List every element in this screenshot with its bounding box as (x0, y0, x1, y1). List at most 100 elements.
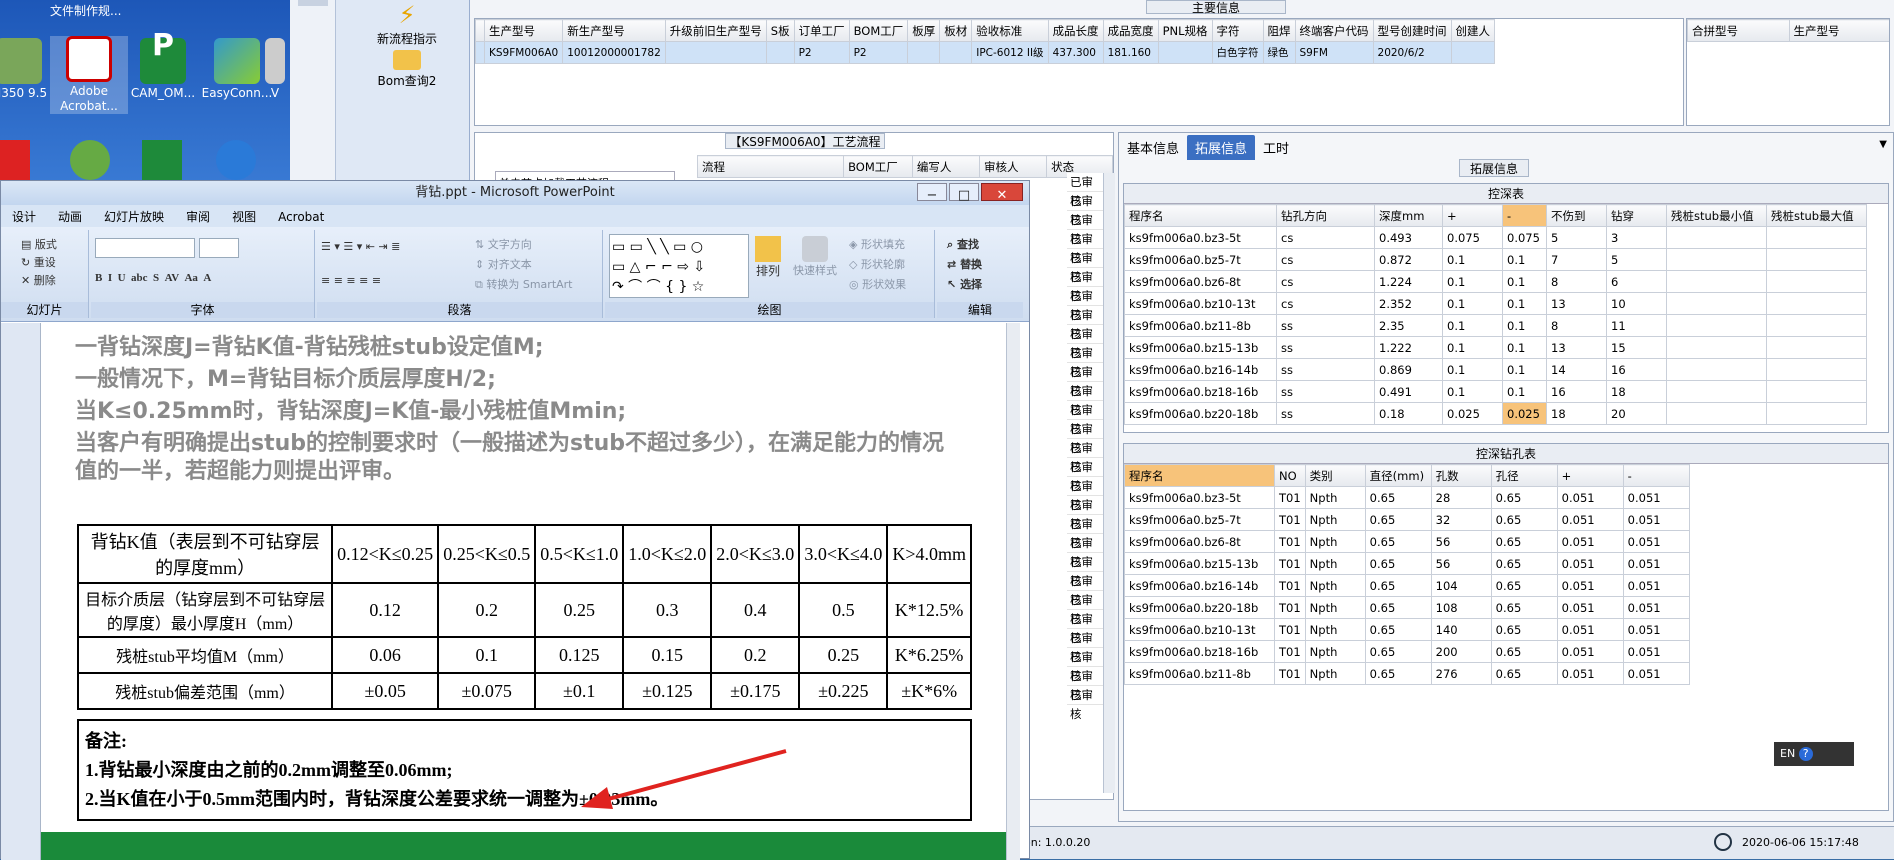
table-cell[interactable]: 0.869 (1374, 358, 1443, 381)
table-cell[interactable]: 2.35 (1374, 314, 1443, 337)
ime-indicator[interactable]: EN ? (1774, 742, 1854, 766)
smartart-button[interactable]: ⧉ 转换为 SmartArt (475, 276, 573, 292)
bullets-button[interactable]: ☰ ▾ ☰ ▾ ⇤ ⇥ ≣ (321, 240, 400, 253)
align-text-button[interactable]: ⇕ 对齐文本 (475, 256, 532, 272)
column-header[interactable]: NO (1274, 464, 1306, 487)
table-cell[interactable]: cs (1276, 248, 1375, 271)
table-cell[interactable]: 0.65 (1364, 574, 1432, 597)
table-cell[interactable]: ks9fm006a0.bz6-8t (1124, 270, 1277, 293)
table-cell[interactable]: Npth (1304, 574, 1366, 597)
table-cell[interactable]: 181.160 (1102, 41, 1159, 64)
table-cell[interactable]: 6 (1606, 270, 1667, 293)
shapes-gallery[interactable]: ▭ ▭ ╲ ╲ ▭ ○ ▭ △ ⌐ ⌐ ⇨ ⇩ ↷ ⌒ ⌒ { } ☆ (609, 234, 749, 298)
process-scrollbar[interactable] (1103, 173, 1115, 793)
table-cell[interactable]: 0.1 (1502, 336, 1547, 359)
font-name-select[interactable] (95, 238, 195, 258)
select-button[interactable]: ↖ 选择 (947, 276, 982, 292)
table-cell[interactable]: 0.1 (1502, 248, 1547, 271)
table-cell[interactable]: 0.051 (1622, 640, 1690, 663)
table-cell[interactable]: 0.491 (1374, 380, 1443, 403)
column-header[interactable]: 型号创建时间 (1372, 19, 1452, 42)
column-header[interactable]: 不伤到 (1546, 204, 1607, 227)
column-header[interactable]: 程序名 (1124, 464, 1275, 487)
table-row[interactable]: ks9fm006a0.bz15-13b T01 Npth 0.65 56 0.65 0.05… (1124, 552, 1690, 575)
table-cell[interactable] (765, 41, 795, 64)
column-header[interactable]: - (1502, 204, 1547, 227)
table-cell[interactable]: 8 (1546, 314, 1607, 337)
shape-effects-button[interactable]: ◎ 形状效果 (849, 276, 906, 292)
column-header[interactable]: 钻孔方向 (1276, 204, 1375, 227)
column-header[interactable]: S板 (765, 19, 795, 42)
table-cell[interactable] (1666, 358, 1767, 381)
ribbon-tab[interactable]: Acrobat (267, 207, 335, 227)
column-header[interactable]: BOM工厂 (843, 155, 913, 178)
column-header[interactable]: PNL规格 (1157, 19, 1213, 42)
table-cell[interactable]: 0.051 (1556, 662, 1624, 685)
table-cell[interactable]: 0.65 (1364, 618, 1432, 641)
table-cell[interactable]: ks9fm006a0.bz10-13t (1124, 618, 1275, 641)
table-cell[interactable]: 0.1 (1502, 314, 1547, 337)
table-cell[interactable]: P2 (793, 41, 850, 64)
column-header[interactable]: 生产型号 (1788, 19, 1889, 42)
table-cell[interactable]: T01 (1274, 662, 1306, 685)
table-cell[interactable]: 16 (1606, 358, 1667, 381)
table-cell[interactable]: 0.051 (1622, 552, 1690, 575)
ribbon-tab[interactable]: 审阅 (175, 205, 221, 228)
column-header[interactable]: 深度mm (1374, 204, 1443, 227)
table-cell[interactable]: ss (1276, 336, 1375, 359)
table-cell[interactable] (1766, 358, 1867, 381)
table-cell[interactable]: Npth (1304, 618, 1366, 641)
table-row[interactable]: ks9fm006a0.bz5-7t T01 Npth 0.65 32 0.65 0.051 0… (1124, 508, 1690, 531)
table-cell[interactable]: ks9fm006a0.bz20-18b (1124, 596, 1275, 619)
column-header[interactable]: 新生产型号 (562, 19, 666, 42)
table-cell[interactable]: 8 (1546, 270, 1607, 293)
table-cell[interactable]: 0.65 (1490, 508, 1558, 531)
tab-1[interactable]: 拓展信息 (1187, 135, 1256, 160)
table-cell[interactable]: ks9fm006a0.bz11-8b (1124, 314, 1277, 337)
table-cell[interactable]: ks9fm006a0.bz3-5t (1124, 226, 1277, 249)
shape-fill-button[interactable]: ◈ 形状填充 (849, 236, 905, 252)
column-header[interactable]: 流程 (696, 155, 845, 178)
table-cell[interactable]: P2 (848, 41, 909, 64)
table-cell[interactable]: 0.1 (1502, 270, 1547, 293)
table-cell[interactable]: 白色字符 (1211, 41, 1264, 64)
table-cell[interactable]: 0.1 (1442, 292, 1503, 315)
table-cell[interactable]: ks9fm006a0.bz6-8t (1124, 530, 1275, 553)
column-header[interactable]: 字符 (1211, 19, 1264, 42)
quick-styles-button[interactable]: 快速样式 (793, 236, 837, 278)
table-cell[interactable] (1766, 314, 1867, 337)
column-header[interactable]: 成品长度 (1047, 19, 1104, 42)
table-cell[interactable]: 0.65 (1490, 662, 1558, 685)
table-cell[interactable] (1157, 41, 1213, 64)
table-cell[interactable]: 0.1 (1442, 358, 1503, 381)
table-cell[interactable]: 13 (1546, 292, 1607, 315)
table-cell[interactable]: T01 (1274, 486, 1306, 509)
table-cell[interactable]: IPC-6012 II级 (971, 41, 1049, 64)
table-cell[interactable]: 0.1 (1442, 248, 1503, 271)
maximize-button[interactable]: □ (949, 183, 979, 203)
column-header[interactable]: 板厚 (907, 19, 941, 42)
table-cell[interactable] (907, 41, 941, 64)
table-cell[interactable] (1766, 336, 1867, 359)
table-cell[interactable]: 0.075 (1442, 226, 1503, 249)
ribbon-tab[interactable]: 动画 (47, 205, 93, 228)
table-cell[interactable]: 0.872 (1374, 248, 1443, 271)
table-row[interactable]: ks9fm006a0.bz3-5t cs 0.493 0.075 0.075 5 3 (1124, 226, 1867, 249)
table-cell[interactable]: 绿色 (1262, 41, 1296, 64)
table-cell[interactable]: Npth (1304, 530, 1366, 553)
column-header[interactable]: 阻焊 (1262, 19, 1296, 42)
table-cell[interactable]: 0.65 (1364, 508, 1432, 531)
table-cell[interactable]: 56 (1430, 552, 1492, 575)
column-header[interactable]: BOM工厂 (848, 19, 909, 42)
ribbon-tab[interactable]: 幻灯片放映 (93, 205, 175, 228)
table-cell[interactable]: T01 (1274, 530, 1306, 553)
table-cell[interactable]: 0.1 (1442, 380, 1503, 403)
table-cell[interactable]: ks9fm006a0.bz15-13b (1124, 552, 1275, 575)
table-cell[interactable]: 0.65 (1490, 552, 1558, 575)
table-cell[interactable]: 0.025 (1502, 402, 1547, 425)
table-cell[interactable]: 14 (1546, 358, 1607, 381)
table-cell[interactable] (1766, 402, 1867, 425)
table-cell[interactable]: 2.352 (1374, 292, 1443, 315)
table-row[interactable]: ks9fm006a0.bz6-8t T01 Npth 0.65 56 0.65 0.051 0… (1124, 530, 1690, 553)
table-cell[interactable]: 0.65 (1364, 596, 1432, 619)
